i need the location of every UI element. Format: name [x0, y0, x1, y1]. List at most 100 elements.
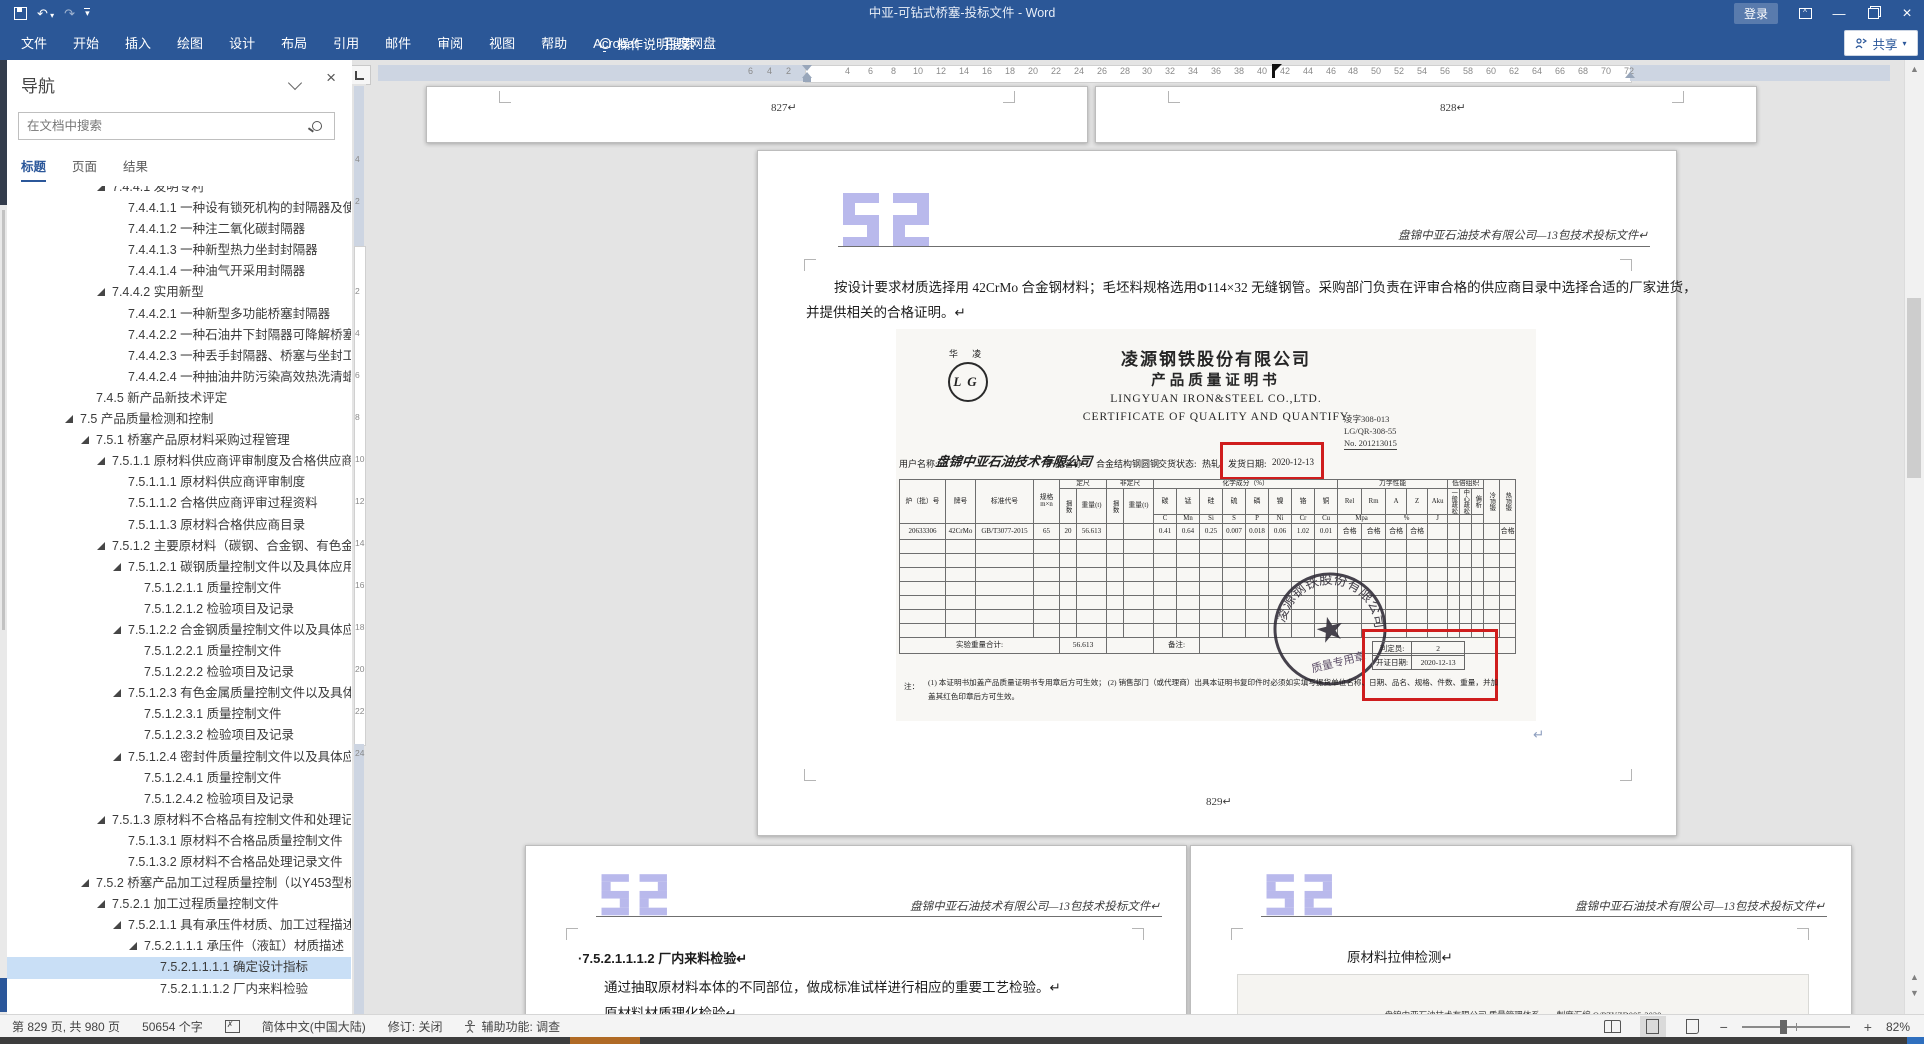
heading-item[interactable]: 7.5.2.1 加工过程质量控制文件 [7, 894, 351, 915]
zoom-out-button[interactable]: − [1720, 1019, 1728, 1035]
search-input[interactable] [19, 119, 312, 133]
heading-item[interactable]: 7.5.1 桥塞产品原材料采购过程管理 [7, 430, 351, 451]
heading-item[interactable]: 7.5.1.2 主要原材料（碳钢、合金钢、有色金属、密... [7, 536, 351, 557]
expand-triangle-icon[interactable] [81, 879, 89, 888]
heading-item[interactable]: 7.5.1.2.2.1 质量控制文件 [7, 641, 351, 662]
expand-triangle-icon[interactable] [97, 288, 105, 297]
heading-item[interactable]: 7.5.2.1.1.1.1 确定设计指标 [7, 957, 351, 979]
first-line-indent-marker[interactable] [802, 65, 812, 71]
expand-triangle-icon[interactable] [97, 186, 105, 191]
heading-item[interactable]: 7.4.4.1.2 一种注二氧化碳封隔器 [7, 219, 351, 240]
close-button[interactable]: × [1890, 0, 1924, 27]
horizontal-ruler[interactable]: 642 4 6 8 10 12 14 16 18 20 22 24 26 28 30 32 34 36 38 40 4… [352, 62, 1905, 85]
heading-item[interactable]: 7.4.4.2.3 一种丢手封隔器、桥塞与坐封工具的连... [7, 346, 351, 367]
expand-triangle-icon[interactable] [97, 457, 105, 466]
ribbon-tab[interactable]: 绘图 [164, 27, 216, 60]
heading-item[interactable]: 7.5.1.1.3 原材料合格供应商目录 [7, 515, 351, 536]
expand-triangle-icon[interactable] [113, 921, 121, 930]
nav-tab[interactable]: 页面 [72, 156, 97, 182]
heading-item[interactable]: 7.5.1.3.2 原材料不合格品处理记录文件 [7, 852, 351, 873]
heading-item[interactable]: 7.5.1.2.3.2 检验项目及记录 [7, 725, 351, 746]
scroll-up-icon[interactable]: ▲ [1910, 64, 1919, 74]
tell-me-search[interactable]: 操作说明搜索 [590, 27, 705, 60]
nav-scrollbar[interactable] [2, 210, 5, 630]
chevron-down-icon[interactable] [287, 75, 303, 91]
expand-triangle-icon[interactable] [129, 942, 137, 951]
vertical-scrollbar[interactable]: ▲ ▲ ▼ [1904, 60, 1924, 1014]
sign-in-button[interactable]: 登录 [1733, 3, 1778, 24]
expand-triangle-icon[interactable] [97, 900, 105, 909]
next-page-icon[interactable]: ▼ [1910, 988, 1919, 998]
heading-item[interactable]: 7.5.1.1 原材料供应商评审制度及合格供应商名录 [7, 451, 351, 472]
share-button[interactable]: 共享 ▾ [1844, 30, 1918, 56]
heading-item[interactable]: 7.5.2.1.1.1.2 厂内来料检验 [7, 979, 351, 1000]
heading-item[interactable]: 7.4.4.2.1 一种新型多功能桥塞封隔器 [7, 304, 351, 325]
track-changes-indicator[interactable]: 修订: 关闭 [388, 1018, 443, 1035]
expand-triangle-icon[interactable] [113, 625, 121, 634]
ribbon-tab[interactable]: 插入 [112, 27, 164, 60]
heading-item[interactable]: 7.5.2.1.1.1 承压件（液缸）材质描述 [7, 936, 351, 957]
previous-page-icon[interactable]: ▲ [1910, 972, 1919, 982]
expand-triangle-icon[interactable] [81, 436, 89, 445]
expand-triangle-icon[interactable] [97, 815, 105, 824]
heading-item[interactable]: 7.4.4.2.2 一种石油井下封隔器可降解桥塞 [7, 325, 351, 346]
expand-triangle-icon[interactable] [97, 541, 105, 550]
ribbon-tab[interactable]: 设计 [216, 27, 268, 60]
print-layout-button[interactable] [1639, 1016, 1666, 1037]
heading-item[interactable]: 7.4.4.1 发明专利 [7, 186, 351, 198]
page-indicator[interactable]: 第 829 页, 共 980 页 [12, 1018, 120, 1035]
heading-item[interactable]: 7.5 产品质量检测和控制 [7, 409, 351, 430]
expand-triangle-icon[interactable] [113, 689, 121, 698]
heading-item[interactable]: 7.5.1.3.1 原材料不合格品质量控制文件 [7, 831, 351, 852]
page-829[interactable]: 盘锦中亚石油技术有限公司—13包技术投标文件↵ 按设计要求材质选择用 42CrM… [757, 150, 1697, 836]
expand-triangle-icon[interactable] [65, 415, 73, 424]
close-icon[interactable]: × [326, 68, 336, 88]
ribbon-tab[interactable]: 开始 [60, 27, 112, 60]
restore-button[interactable] [1856, 0, 1890, 27]
ribbon-tab[interactable]: 文件 [8, 27, 60, 60]
heading-item[interactable]: 7.5.2 桥塞产品加工过程质量控制（以Y453型桥塞为例） [7, 873, 351, 894]
zoom-slider[interactable] [1741, 1019, 1850, 1034]
heading-item[interactable]: 7.4.4.2 实用新型 [7, 282, 351, 303]
minimize-button[interactable]: — [1822, 0, 1856, 27]
heading-item[interactable]: 7.5.1.2.1 碳钢质量控制文件以及具体应用实例资料 [7, 557, 351, 578]
ribbon-tab[interactable]: 邮件 [372, 27, 424, 60]
heading-item[interactable]: 7.4.4.1.4 一种油气开采用封隔器 [7, 261, 351, 282]
search-icon[interactable] [312, 121, 322, 131]
document-canvas[interactable]: 642 4 6 8 10 12 14 16 18 20 22 24 26 28 30 32 34 36 38 40 4… [352, 60, 1905, 1014]
zoom-slider-thumb[interactable] [1779, 1019, 1787, 1034]
tab-selector-button[interactable] [352, 65, 371, 85]
proofing-error-icon[interactable]: ✗ [224, 1020, 240, 1033]
ribbon-tab[interactable]: 引用 [320, 27, 372, 60]
ribbon-tab[interactable]: 视图 [476, 27, 528, 60]
page-827[interactable]: 827↵ [426, 86, 1088, 143]
heading-item[interactable]: 7.5.1.2.1.1 质量控制文件 [7, 578, 351, 599]
ribbon-display-options-button[interactable]: ^ [1788, 0, 1822, 27]
left-indent-marker[interactable] [803, 78, 811, 82]
heading-item[interactable]: 7.4.5 新产品新技术评定 [7, 388, 351, 409]
ribbon-tab[interactable]: 布局 [268, 27, 320, 60]
heading-item[interactable]: 7.4.4.2.4 一种抽油井防污染高效热洗清蜡管柱 [7, 367, 351, 388]
ribbon-tab[interactable]: 审阅 [424, 27, 476, 60]
heading-item[interactable]: 7.5.1.3 原材料不合格品有控制文件和处理记录文件 [7, 810, 351, 831]
page-831[interactable]: 盘锦中亚石油技术有限公司—13包技术投标文件↵ 原材料拉伸检测↵ 盘锦中亚石油技… [1190, 845, 1852, 1014]
heading-item[interactable]: 7.4.4.1.3 一种新型热力坐封封隔器 [7, 240, 351, 261]
zoom-in-button[interactable]: + [1864, 1019, 1872, 1035]
heading-item[interactable]: 7.4.4.1.1 一种设有锁死机构的封隔器及使用方法 [7, 198, 351, 219]
nav-tab[interactable]: 结果 [123, 156, 148, 182]
word-count[interactable]: 50654 个字 [142, 1018, 203, 1035]
heading-item[interactable]: 7.5.1.1.2 合格供应商评审过程资料 [7, 493, 351, 514]
web-layout-button[interactable] [1680, 1016, 1706, 1037]
heading-item[interactable]: 7.5.1.2.4.2 检验项目及记录 [7, 789, 351, 810]
scrollbar-thumb[interactable] [1907, 298, 1921, 478]
heading-item[interactable]: 7.5.1.2.4 密封件质量控制文件以及具体应用实例... [7, 747, 351, 768]
accessibility-status[interactable]: 辅助功能: 调查 [464, 1018, 560, 1035]
zoom-level[interactable]: 82% [1886, 1020, 1910, 1034]
right-indent-marker[interactable] [1625, 72, 1635, 78]
heading-item[interactable]: 7.5.1.2.3 有色金属质量控制文件以及具体应用实... [7, 683, 351, 704]
nav-tab[interactable]: 标题 [21, 156, 47, 182]
vertical-ruler[interactable]: 4 2 2 4 6 8 10 12 14 16 18 20 22 24 [352, 84, 366, 1014]
heading-item[interactable]: 7.5.1.1.1 原材料供应商评审制度 [7, 472, 351, 493]
ribbon-tab[interactable]: 帮助 [528, 27, 580, 60]
heading-item[interactable]: 7.5.1.2.3.1 质量控制文件 [7, 704, 351, 725]
